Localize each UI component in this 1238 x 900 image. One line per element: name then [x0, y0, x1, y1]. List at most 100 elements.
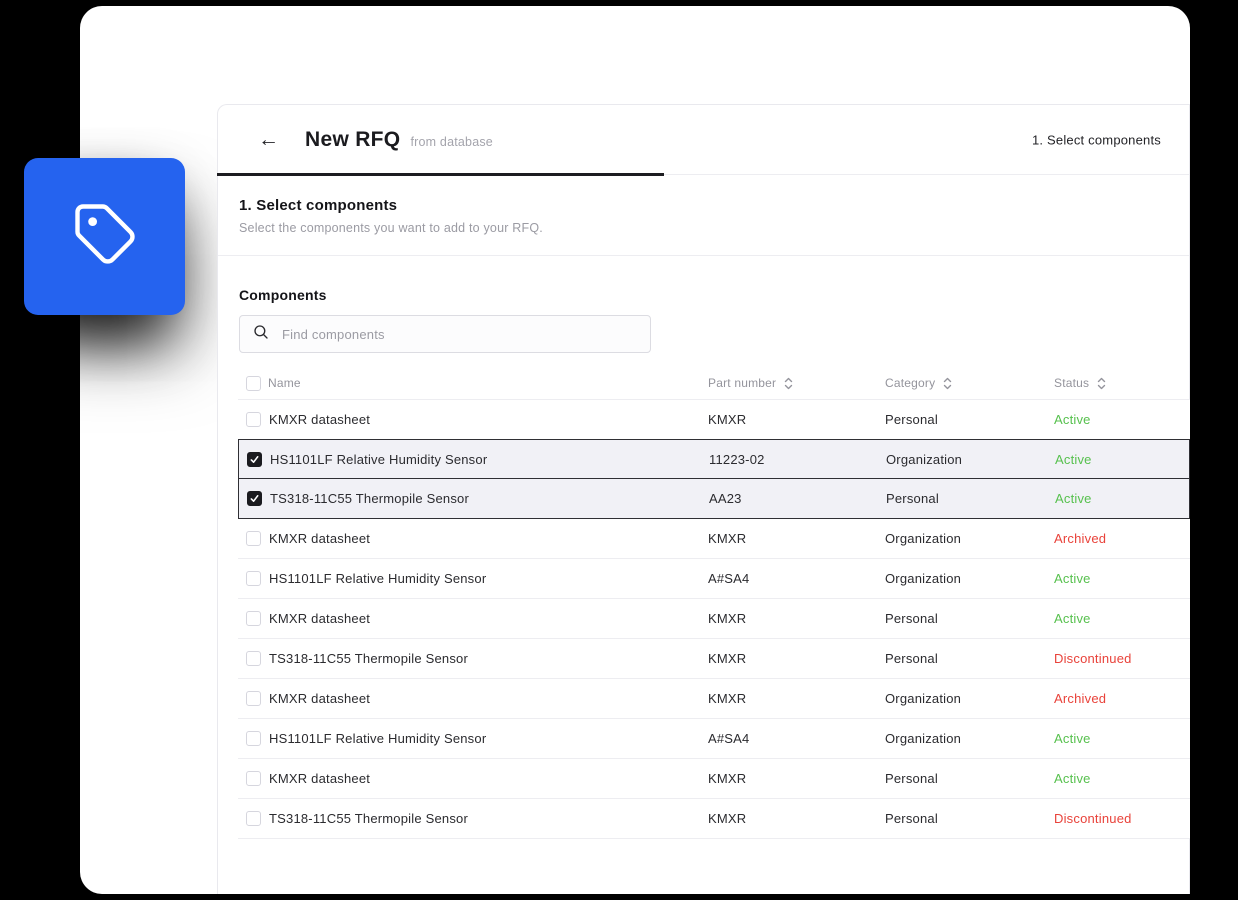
table-row[interactable]: TS318-11C55 Thermopile Sensor AA23 Perso… [238, 479, 1190, 519]
header-name-label: Name [268, 376, 301, 390]
row-name-cell: KMXR datasheet [238, 531, 708, 546]
page-subtitle: from database [410, 135, 493, 149]
table-row[interactable]: KMXR datasheet KMXR Organization Archive… [238, 679, 1190, 719]
row-checkbox[interactable] [246, 771, 261, 786]
section-title: 1. Select components [239, 197, 1189, 214]
header-part-number[interactable]: Part number [708, 376, 885, 390]
header-status[interactable]: Status [1054, 376, 1190, 390]
part-number: KMXR [708, 771, 885, 786]
table-body: KMXR datasheet KMXR Personal Active HS11… [238, 400, 1190, 839]
table-row[interactable]: KMXR datasheet KMXR Personal Active [238, 599, 1190, 639]
component-name: TS318-11C55 Thermopile Sensor [270, 491, 469, 506]
component-name: HS1101LF Relative Humidity Sensor [270, 452, 487, 467]
category: Personal [886, 491, 1055, 506]
search-box[interactable] [239, 315, 651, 353]
card-header: ← New RFQ from database 1. Select compon… [218, 105, 1189, 175]
row-name-cell: TS318-11C55 Thermopile Sensor [238, 811, 708, 826]
table-row[interactable]: KMXR datasheet KMXR Personal Active [238, 400, 1190, 440]
components-label: Components [239, 287, 1189, 303]
category: Personal [885, 771, 1054, 786]
table-header-row: Name Part number Category St [238, 367, 1190, 400]
row-name-cell: HS1101LF Relative Humidity Sensor [238, 571, 708, 586]
component-name: KMXR datasheet [269, 691, 370, 706]
row-checkbox[interactable] [246, 412, 261, 427]
new-rfq-card: ← New RFQ from database 1. Select compon… [217, 104, 1190, 894]
table-row[interactable]: TS318-11C55 Thermopile Sensor KMXR Perso… [238, 799, 1190, 839]
tag-icon [72, 201, 138, 272]
part-number: KMXR [708, 611, 885, 626]
category: Personal [885, 611, 1054, 626]
part-number: KMXR [708, 531, 885, 546]
category: Personal [885, 412, 1054, 427]
row-checkbox[interactable] [246, 651, 261, 666]
check-icon [250, 494, 259, 503]
component-name: KMXR datasheet [269, 611, 370, 626]
row-checkbox[interactable] [246, 811, 261, 826]
part-number: A#SA4 [708, 571, 885, 586]
search-input[interactable] [282, 327, 638, 342]
component-name: HS1101LF Relative Humidity Sensor [269, 571, 486, 586]
status-badge: Active [1055, 491, 1189, 506]
row-name-cell: KMXR datasheet [238, 412, 708, 427]
row-checkbox[interactable] [246, 731, 261, 746]
tag-badge [24, 158, 185, 315]
table-row[interactable]: HS1101LF Relative Humidity Sensor A#SA4 … [238, 559, 1190, 599]
category: Organization [885, 691, 1054, 706]
row-checkbox[interactable] [246, 691, 261, 706]
sort-icon[interactable] [1096, 377, 1107, 390]
back-button[interactable]: ← [258, 129, 279, 150]
row-name-cell: KMXR datasheet [238, 611, 708, 626]
header-name: Name [238, 376, 708, 391]
category: Organization [885, 531, 1054, 546]
component-name: HS1101LF Relative Humidity Sensor [269, 731, 486, 746]
category: Personal [885, 811, 1054, 826]
row-checkbox[interactable] [247, 452, 262, 467]
status-badge: Active [1054, 412, 1190, 427]
row-checkbox[interactable] [246, 611, 261, 626]
component-name: TS318-11C55 Thermopile Sensor [269, 811, 468, 826]
search-icon [252, 323, 270, 346]
part-number: AA23 [709, 491, 886, 506]
arrow-left-icon: ← [258, 128, 279, 151]
status-badge: Active [1054, 611, 1190, 626]
active-tab-indicator [217, 173, 664, 176]
table-row[interactable]: HS1101LF Relative Humidity Sensor 11223-… [238, 439, 1190, 479]
table-row[interactable]: KMXR datasheet KMXR Personal Active [238, 759, 1190, 799]
part-number: KMXR [708, 811, 885, 826]
category: Organization [885, 731, 1054, 746]
status-badge: Discontinued [1054, 651, 1190, 666]
category: Organization [885, 571, 1054, 586]
status-badge: Discontinued [1054, 811, 1190, 826]
select-all-checkbox[interactable] [246, 376, 261, 391]
sort-icon[interactable] [942, 377, 953, 390]
table-row[interactable]: KMXR datasheet KMXR Organization Archive… [238, 519, 1190, 559]
category: Personal [885, 651, 1054, 666]
status-badge: Active [1054, 571, 1190, 586]
part-number: KMXR [708, 651, 885, 666]
header-category[interactable]: Category [885, 376, 1054, 390]
component-name: KMXR datasheet [269, 412, 370, 427]
row-checkbox[interactable] [246, 571, 261, 586]
part-number: KMXR [708, 412, 885, 427]
row-checkbox[interactable] [246, 531, 261, 546]
row-name-cell: TS318-11C55 Thermopile Sensor [239, 491, 709, 506]
status-badge: Archived [1054, 691, 1190, 706]
section-description: Select the components you want to add to… [239, 221, 1189, 235]
page-title: New RFQ [305, 128, 400, 152]
category: Organization [886, 452, 1055, 467]
status-badge: Active [1054, 771, 1190, 786]
section-intro: 1. Select components Select the componen… [218, 175, 1189, 256]
row-name-cell: TS318-11C55 Thermopile Sensor [238, 651, 708, 666]
row-name-cell: HS1101LF Relative Humidity Sensor [238, 731, 708, 746]
row-name-cell: HS1101LF Relative Humidity Sensor [239, 452, 709, 467]
table-row[interactable]: TS318-11C55 Thermopile Sensor KMXR Perso… [238, 639, 1190, 679]
table-row[interactable]: HS1101LF Relative Humidity Sensor A#SA4 … [238, 719, 1190, 759]
sort-icon[interactable] [783, 377, 794, 390]
status-badge: Active [1054, 731, 1190, 746]
check-icon [250, 455, 259, 464]
part-number: A#SA4 [708, 731, 885, 746]
part-number: KMXR [708, 691, 885, 706]
component-name: KMXR datasheet [269, 531, 370, 546]
components-table: Name Part number Category St [238, 367, 1190, 839]
row-checkbox[interactable] [247, 491, 262, 506]
